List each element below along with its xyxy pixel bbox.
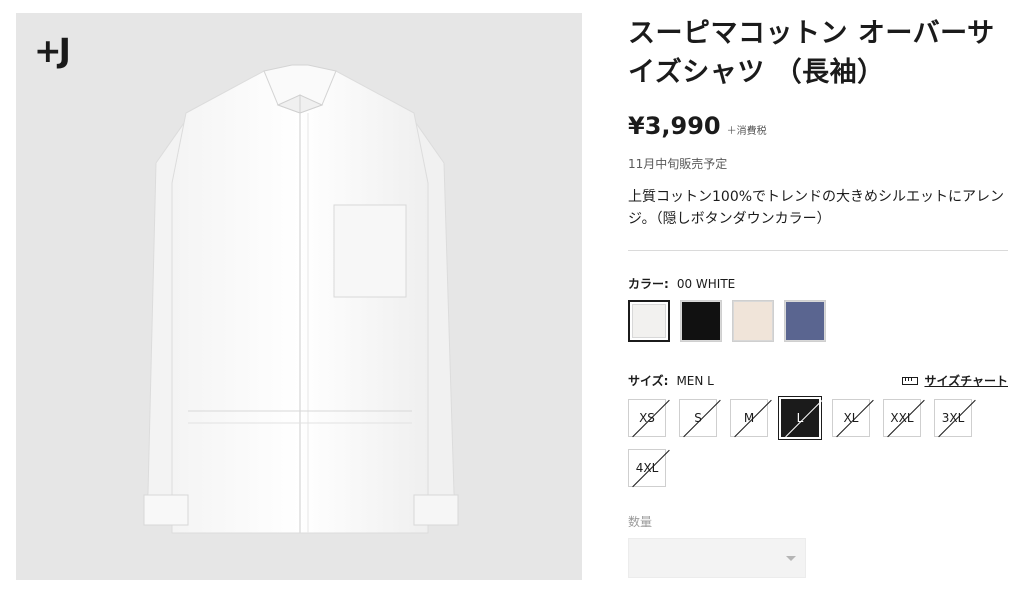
price: ¥3,990 <box>628 112 721 140</box>
product-title: スーピマコットン オーバーサイズシャツ （長袖） <box>628 18 995 88</box>
size-chart-label: サイズチャート <box>924 374 1008 388</box>
size-option-s[interactable]: S <box>679 399 717 437</box>
color-selected-value: 00 WHITE <box>676 276 736 291</box>
release-note: 11月中旬販売予定 <box>628 157 728 171</box>
color-swatches <box>628 300 1012 342</box>
ruler-icon <box>902 376 919 385</box>
color-swatch-black[interactable] <box>680 300 722 342</box>
size-label: サイズ: <box>628 374 669 388</box>
shirt-illustration <box>143 64 459 534</box>
size-option-xs[interactable]: XS <box>628 399 666 437</box>
brand-logo: +J <box>34 31 71 70</box>
size-section: サイズ: MEN L サイズチャート XS S M L XL XXL 3XL 4XL <box>628 372 1012 487</box>
color-swatch-white[interactable] <box>628 300 670 342</box>
size-chart-link[interactable]: サイズチャート <box>902 372 1008 389</box>
size-option-l[interactable]: L <box>781 399 819 437</box>
size-options: XS S M L XL XXL 3XL 4XL <box>628 399 998 487</box>
product-image[interactable]: +J <box>16 13 582 580</box>
size-option-4xl[interactable]: 4XL <box>628 449 666 487</box>
quantity-section: 数量 <box>628 513 1012 578</box>
quantity-select[interactable] <box>628 538 806 578</box>
size-option-xl[interactable]: XL <box>832 399 870 437</box>
size-option-m[interactable]: M <box>730 399 768 437</box>
size-option-3xl[interactable]: 3XL <box>934 399 972 437</box>
swatch-chip <box>632 304 666 338</box>
quantity-label: 数量 <box>628 515 653 529</box>
product-description: 上質コットン100%でトレンドの大きめシルエットにアレンジ。（隠しボタンダウンカ… <box>628 189 1005 227</box>
color-label: カラー: <box>628 277 669 291</box>
swatch-chip <box>681 301 721 341</box>
swatch-chip <box>785 301 825 341</box>
price-row: ¥3,990 ＋消費税 <box>628 112 1012 140</box>
color-swatch-blue[interactable] <box>784 300 826 342</box>
divider <box>628 250 1008 251</box>
color-section: カラー: 00 WHITE <box>628 275 1012 342</box>
color-swatch-natural[interactable] <box>732 300 774 342</box>
product-details: スーピマコットン オーバーサイズシャツ （長袖） ¥3,990 ＋消費税 11月… <box>628 14 1012 578</box>
chevron-down-icon <box>786 556 796 561</box>
size-option-xxl[interactable]: XXL <box>883 399 921 437</box>
tax-note: ＋消費税 <box>726 126 767 137</box>
swatch-chip <box>733 301 773 341</box>
size-selected-value: MEN L <box>676 373 714 388</box>
